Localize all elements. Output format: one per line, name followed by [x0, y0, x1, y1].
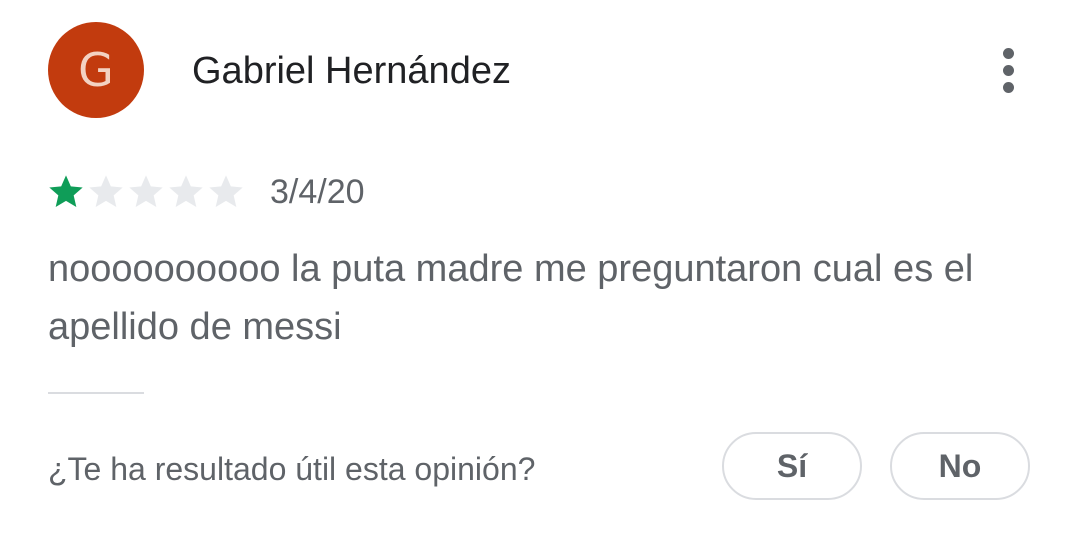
- avatar-initial: G: [78, 43, 114, 97]
- helpful-yes-button[interactable]: Sí: [722, 432, 862, 500]
- star-rating: [46, 171, 246, 213]
- helpful-question: ¿Te ha resultado útil esta opinión?: [48, 451, 536, 487]
- review-text: noooooooooo la puta madre me preguntaron…: [48, 248, 974, 348]
- star-empty-icon: [169, 175, 203, 207]
- more-vert-icon: [1002, 47, 1014, 59]
- helpful-no-button[interactable]: No: [890, 432, 1030, 500]
- star-empty-icon: [89, 175, 123, 207]
- more-options-button[interactable]: [988, 42, 1028, 98]
- star-empty-icon: [129, 175, 163, 207]
- author-name: Gabriel Hernández: [192, 50, 511, 92]
- more-vert-icon-dot: [1002, 81, 1014, 93]
- avatar: G: [48, 22, 144, 118]
- review-date: 3/4/20: [270, 173, 365, 211]
- star-empty-icon: [209, 175, 243, 207]
- divider: [48, 392, 144, 394]
- star-filled-icon: [49, 175, 83, 207]
- more-vert-icon-dot: [1002, 64, 1014, 76]
